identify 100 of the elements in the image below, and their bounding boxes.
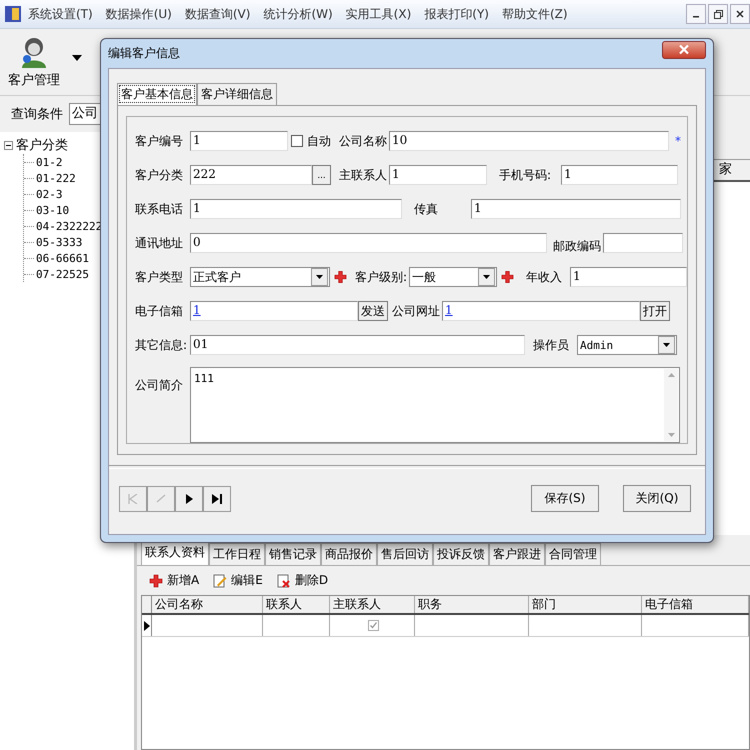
column-header[interactable]: 职务 — [415, 596, 529, 613]
field-label: 年收入 — [526, 268, 563, 286]
toolbar-button[interactable]: 编辑E — [213, 572, 263, 589]
tab[interactable]: 客户跟进 — [489, 543, 545, 565]
app-icon — [4, 5, 22, 23]
input-field[interactable]: 1 — [190, 131, 288, 151]
tab[interactable]: 销售记录 — [265, 543, 321, 565]
field-label: 操作员 — [533, 336, 570, 354]
tree-item[interactable]: 客户分类 — [16, 136, 68, 154]
field-label: 通讯地址 — [135, 234, 184, 252]
tab[interactable]: 联系人资料 — [141, 541, 209, 565]
column-header[interactable]: 部门 — [529, 596, 642, 613]
field-label: 其它信息: — [135, 336, 188, 354]
next-record-button[interactable] — [175, 486, 203, 512]
field-label: 传真 — [414, 200, 439, 218]
required-mark: * — [675, 134, 681, 148]
tab[interactable]: 工作日程 — [209, 543, 265, 565]
dropdown-arrow-icon — [316, 275, 323, 279]
column-header[interactable]: 家 — [719, 160, 750, 180]
field-label: 公司简介 — [135, 377, 184, 394]
tree-item[interactable]: 04-2322222 — [36, 220, 102, 232]
add-icon[interactable] — [334, 270, 347, 284]
field-label: 公司网址 — [392, 302, 440, 320]
send-button[interactable]: 发送 — [358, 301, 388, 321]
input-field[interactable] — [603, 233, 683, 253]
menu-item[interactable]: 报表打印(Y) — [424, 6, 489, 22]
dropdown[interactable]: Admin — [577, 335, 677, 355]
column-header[interactable]: 电子信箱 — [642, 596, 749, 613]
column-header[interactable]: 公司名称 — [152, 596, 263, 613]
delete-icon — [276, 574, 291, 588]
dialog-title: 编辑客户信息 — [108, 45, 180, 62]
close-icon — [678, 44, 690, 55]
tree-item[interactable]: 01-222 — [36, 172, 76, 184]
open-button[interactable]: 打开 — [640, 301, 670, 321]
menu-item[interactable]: 帮助文件(Z) — [502, 6, 568, 22]
menu-item[interactable]: 系统设置(T) — [28, 6, 93, 22]
restore-button[interactable] — [708, 4, 728, 24]
input-field[interactable]: 01 — [190, 335, 525, 355]
edit-icon — [213, 574, 228, 588]
input-field[interactable]: 10 — [389, 131, 669, 151]
toolbar-button[interactable]: 客户管理 — [8, 35, 60, 89]
input-field[interactable]: 1 — [190, 199, 402, 219]
menu-item[interactable]: 实用工具(X) — [346, 6, 412, 22]
website-link[interactable]: 1 — [445, 303, 453, 317]
dropdown[interactable]: 正式客户 — [190, 267, 330, 287]
tree-item[interactable]: 03-10 — [36, 204, 70, 216]
dropdown[interactable]: 一般 — [409, 267, 498, 287]
last-record-button[interactable] — [203, 486, 231, 512]
tree-item[interactable]: 07-22525 — [36, 268, 89, 280]
toolbar-button[interactable]: 删除D — [276, 572, 328, 589]
input-field[interactable]: 0 — [190, 233, 547, 253]
column-header[interactable]: 联系人 — [263, 596, 330, 613]
input-field[interactable]: 1 — [190, 301, 358, 321]
tree-item[interactable]: 02-3 — [36, 188, 62, 200]
field-label: 客户编号 — [135, 132, 184, 150]
checkbox[interactable]: 自动 — [291, 132, 331, 150]
field-label: 客户级别: — [354, 268, 408, 286]
tree-item[interactable]: 06-66661 — [36, 252, 89, 264]
tab[interactable]: 客户详细信息 — [197, 83, 277, 105]
tab[interactable]: 投诉反馈 — [433, 543, 489, 565]
input-field[interactable]: 1 — [442, 301, 640, 321]
close-button[interactable] — [662, 40, 706, 58]
field-label: 邮政编码 — [553, 238, 601, 255]
tab[interactable]: 售后回访 — [377, 543, 433, 565]
field-label: 手机号码: — [499, 166, 552, 184]
tab[interactable]: 合同管理 — [545, 543, 601, 565]
add-icon[interactable] — [501, 270, 514, 284]
input-field[interactable]: 222 — [190, 165, 312, 185]
field-label: 主联系人 — [339, 166, 387, 184]
save-button[interactable]: 保存(S) — [531, 485, 599, 512]
close-dialog-button[interactable]: 关闭(Q) — [623, 485, 691, 512]
dropdown-arrow-icon — [483, 275, 490, 279]
input-field[interactable]: 1 — [471, 199, 681, 219]
field-label: 客户类型 — [135, 268, 184, 286]
dropdown-arrow-icon — [663, 343, 670, 347]
field-label: 公司名称 — [339, 132, 387, 150]
tree-item[interactable]: 01-2 — [36, 156, 62, 168]
dropdown-arrow-icon[interactable] — [72, 55, 82, 61]
minimize-button[interactable] — [686, 4, 706, 24]
tab[interactable]: 客户基本信息 — [117, 83, 197, 105]
menu-item[interactable]: 统计分析(W) — [263, 6, 333, 22]
input-field[interactable]: 1 — [389, 165, 487, 185]
menu-item[interactable]: 数据操作(U) — [106, 6, 172, 22]
close-button[interactable] — [730, 4, 750, 24]
next-icon — [185, 494, 193, 504]
input-field[interactable]: 1 — [570, 267, 687, 287]
text-area[interactable]: 111 — [190, 367, 680, 443]
tab[interactable]: 商品报价 — [321, 543, 377, 565]
query-label: 查询条件 — [11, 106, 63, 123]
checkbox[interactable] — [368, 620, 379, 631]
menu-item[interactable]: 数据查询(V) — [184, 6, 250, 22]
toolbar-button[interactable]: 新增A — [149, 572, 200, 589]
tree-item[interactable]: 05-3333 — [36, 236, 82, 248]
input-field[interactable]: 1 — [561, 165, 678, 185]
column-header[interactable]: 主联系人 — [330, 596, 415, 613]
first-icon — [128, 494, 138, 504]
collapse-icon[interactable] — [4, 140, 13, 150]
browse-button[interactable]: ... — [312, 165, 331, 185]
add-icon — [149, 574, 163, 588]
email-link[interactable]: 1 — [193, 303, 201, 317]
